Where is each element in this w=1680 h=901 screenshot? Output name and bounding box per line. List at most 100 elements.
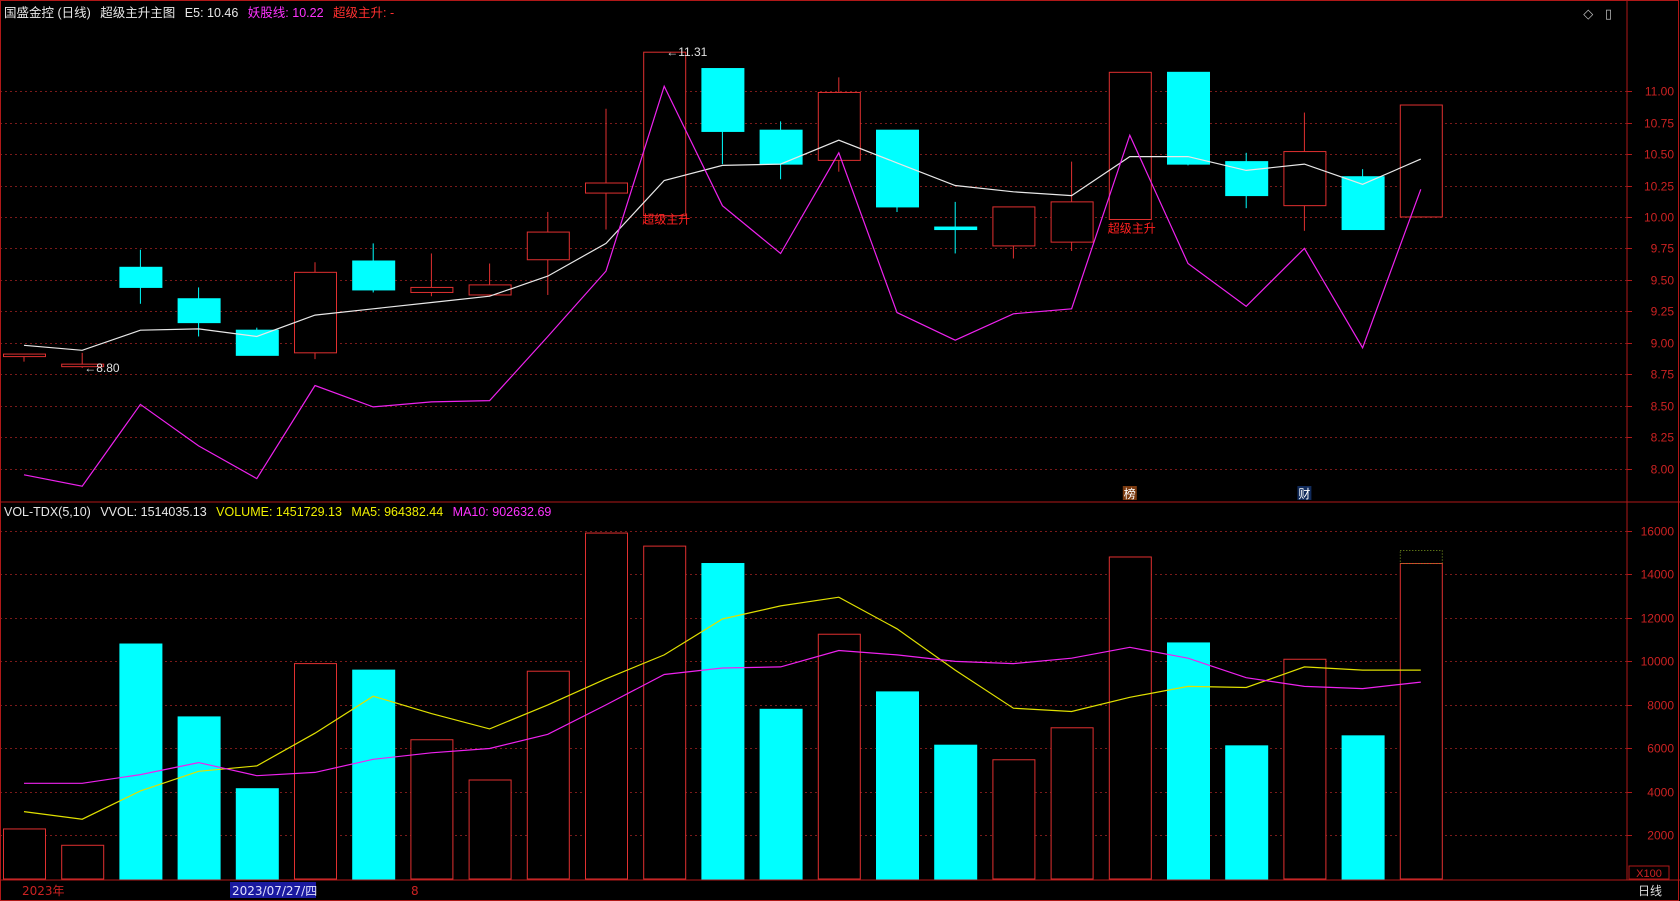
diamond-icon[interactable]: ◇ [1583, 6, 1593, 21]
candle[interactable] [294, 262, 337, 360]
candle[interactable] [1399, 104, 1443, 218]
volume-tick-label: 4000 [1647, 786, 1674, 800]
candle[interactable] [410, 253, 454, 297]
main-chart-header: 国盛金控 (日线) 超级主升主图 E5: 10.46 妖股线: 10.22 超级… [4, 6, 400, 20]
volume-bar[interactable] [235, 788, 279, 880]
volume-bar[interactable] [643, 545, 687, 880]
stock-name[interactable]: 国盛金控 (日线) [4, 6, 91, 20]
vol-indicator-name[interactable]: VOL-TDX(5,10) [4, 505, 91, 519]
candle[interactable] [1225, 152, 1269, 209]
candle[interactable] [1108, 71, 1152, 220]
indicator-name[interactable]: 超级主升主图 [100, 6, 175, 20]
volume-bar[interactable] [1225, 745, 1269, 880]
price-tick-label: 11.00 [1645, 85, 1674, 99]
volume-bar[interactable] [817, 633, 861, 880]
volume-bar[interactable] [410, 739, 454, 880]
volume-bar[interactable] [177, 716, 221, 880]
x-axis-label: 2023年 [22, 884, 65, 898]
price-tick-label: 8.25 [1651, 431, 1675, 445]
volume-bar[interactable] [1341, 735, 1385, 880]
volume-bar[interactable] [468, 779, 512, 880]
volume-bars[interactable] [3, 532, 1443, 880]
volume-bar[interactable] [1050, 727, 1094, 880]
candle[interactable] [585, 108, 628, 230]
chart-toolbar: ◇ ▯ [1575, 6, 1612, 22]
x-axis-label: 2023/07/27/四 [232, 884, 317, 898]
candle-body [1283, 151, 1327, 207]
price-tick-label: 10.25 [1644, 180, 1674, 194]
candle[interactable] [759, 121, 803, 180]
volume-bar[interactable] [1283, 658, 1327, 880]
candle-body [294, 271, 337, 354]
price-extreme-label: ←8.80 [84, 361, 120, 375]
volume-tick-label: 6000 [1647, 742, 1674, 756]
candle[interactable] [992, 206, 1036, 259]
panel-icon[interactable]: ▯ [1605, 6, 1612, 21]
stock-chart[interactable]: 8.00 8.25 8.50 8.75 9.00 9.25 9.50 9.75 10.00 10.… [0, 0, 1680, 901]
candle[interactable] [934, 201, 978, 254]
volume-bar[interactable] [701, 563, 745, 880]
ma10-value: MA10: 902632.69 [452, 505, 552, 519]
candle[interactable] [1050, 161, 1094, 251]
volume-bar[interactable] [3, 828, 46, 880]
ma5-value: MA5: 964382.44 [351, 505, 444, 519]
candle[interactable] [643, 51, 687, 217]
candle-body [759, 129, 803, 165]
volume-tick-label: 14000 [1641, 568, 1675, 582]
volume-bar[interactable] [1399, 563, 1443, 880]
volume-tick-label: 16000 [1641, 525, 1675, 539]
volume-bar[interactable] [759, 708, 803, 880]
price-tick-label: 9.25 [1651, 305, 1675, 319]
candle[interactable] [701, 68, 745, 165]
price-tick-label: 9.75 [1651, 242, 1675, 256]
volume-header: VOL-TDX(5,10) VVOL: 1514035.13 VOLUME: 1… [4, 505, 557, 519]
volume-bar[interactable] [934, 744, 978, 880]
candle-body [1399, 104, 1443, 218]
superrise-value: 超级主升: - [333, 6, 395, 20]
candle-body [352, 260, 396, 291]
event-marker[interactable]: 榜 [1124, 486, 1136, 501]
candle[interactable] [526, 211, 570, 295]
volume-tick-label: 8000 [1647, 699, 1674, 713]
volume-tick-label: 2000 [1647, 829, 1674, 843]
volume-bar[interactable] [526, 670, 570, 880]
volume-bar[interactable] [352, 669, 396, 880]
candle-body [1108, 71, 1152, 220]
candle-body [701, 68, 745, 132]
candlesticks[interactable] [3, 51, 1443, 368]
price-tick-label: 10.00 [1644, 211, 1674, 225]
candle[interactable] [235, 327, 279, 356]
candle-body [1050, 201, 1094, 243]
candle[interactable] [817, 77, 861, 172]
e5-line [23, 139, 1422, 351]
candle[interactable] [1167, 71, 1210, 166]
e5-value: E5: 10.46 [184, 6, 239, 20]
candle[interactable] [876, 129, 919, 212]
volume-forecast-box [1399, 549, 1443, 565]
price-tick-label: 8.00 [1651, 463, 1675, 477]
vvol-value: VVOL: 1514035.13 [100, 505, 207, 519]
volume-bar[interactable] [1108, 556, 1152, 880]
yaogu-value: 妖股线: 10.22 [247, 6, 324, 20]
volume-bar[interactable] [294, 663, 337, 880]
volume-value: VOLUME: 1451729.13 [216, 505, 342, 519]
volume-tick-label: 12000 [1641, 612, 1675, 626]
price-tick-label: 10.50 [1644, 148, 1674, 162]
volume-bar[interactable] [876, 691, 919, 880]
candle-body [526, 231, 570, 261]
candle[interactable] [119, 249, 163, 304]
volume-bar[interactable] [61, 844, 105, 880]
candle-body [177, 298, 221, 324]
price-tick-label: 10.75 [1644, 117, 1674, 131]
event-marker[interactable]: 财 [1298, 487, 1310, 501]
period-label[interactable]: 日线 [1638, 884, 1662, 898]
candle[interactable] [3, 353, 46, 362]
volume-bar[interactable] [119, 643, 163, 880]
candle[interactable] [352, 243, 396, 293]
candle[interactable] [1283, 112, 1327, 231]
volume-bar[interactable] [992, 759, 1036, 880]
price-tick-label: 9.50 [1651, 274, 1675, 288]
volume-bar[interactable] [585, 532, 628, 880]
volume-bar[interactable] [1167, 642, 1210, 880]
unit-label: X100 [1636, 868, 1662, 880]
